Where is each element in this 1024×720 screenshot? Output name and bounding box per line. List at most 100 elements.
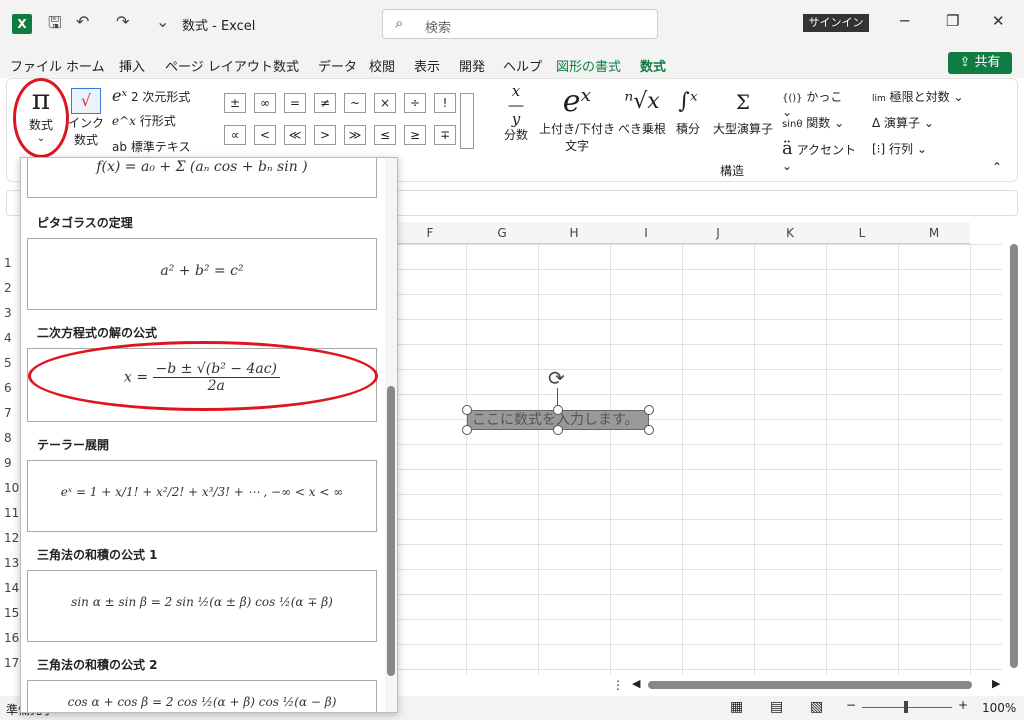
gallery-scrollbar[interactable] <box>385 158 397 712</box>
symbol-divide[interactable]: ÷ <box>404 93 426 113</box>
resize-handle[interactable] <box>553 425 563 435</box>
share-button[interactable]: ⇪ 共有 <box>948 52 1012 74</box>
redo-button[interactable]: ↷ <box>116 12 129 31</box>
sheet-options-icon[interactable]: ⋮ <box>612 678 624 692</box>
tab-page-layout[interactable]: ページ レイアウト <box>165 56 273 75</box>
column-header-m[interactable]: M <box>898 222 970 244</box>
row-header[interactable]: 15 <box>4 606 19 620</box>
symbol-factorial[interactable]: ! <box>434 93 456 113</box>
symbol-much-less[interactable]: ≪ <box>284 125 306 145</box>
tab-equation[interactable]: 数式 <box>640 56 667 81</box>
matrix-button[interactable]: [⁝] 行列 ⌄ <box>872 140 952 157</box>
column-header-l[interactable]: L <box>826 222 898 244</box>
accent-button[interactable]: ä アクセント ⌄ <box>782 138 862 173</box>
symbol-times[interactable]: × <box>374 93 396 113</box>
resize-handle[interactable] <box>462 425 472 435</box>
row-header[interactable]: 7 <box>4 406 12 420</box>
row-header[interactable]: 16 <box>4 631 19 645</box>
column-header-f[interactable]: F <box>394 222 466 244</box>
row-header[interactable]: 17 <box>4 656 19 670</box>
vertical-scroll-thumb[interactable] <box>1010 244 1018 668</box>
symbol-infinity[interactable]: ∞ <box>254 93 276 113</box>
linear-format-button[interactable]: e^x 行形式 <box>112 112 202 129</box>
row-header[interactable]: 4 <box>4 331 12 345</box>
symbol-not-equal[interactable]: ≠ <box>314 93 336 113</box>
column-header-g[interactable]: G <box>466 222 538 244</box>
tab-file[interactable]: ファイル <box>10 56 62 75</box>
column-header-j[interactable]: J <box>682 222 754 244</box>
symbol-much-greater[interactable]: ≫ <box>344 125 366 145</box>
operator-button[interactable]: Δ 演算子 ⌄ <box>872 114 952 131</box>
equation-card-taylor[interactable]: eˣ = 1 + x/1! + x²/2! + x³/3! + ⋯ , −∞ <… <box>27 460 377 532</box>
equation-card-pythagorean[interactable]: a² + b² = c² <box>27 238 377 310</box>
normal-view-icon[interactable]: ▦ <box>730 699 743 715</box>
resize-handle[interactable] <box>462 405 472 415</box>
equation-card-fourier[interactable]: f(x) = a₀ + Σ (aₙ cos + bₙ sin ) <box>27 158 377 198</box>
resize-handle[interactable] <box>553 405 563 415</box>
zoom-out-icon[interactable]: − <box>846 698 856 712</box>
column-header-i[interactable]: I <box>610 222 682 244</box>
customize-qat-button[interactable]: ⌄ <box>156 12 169 31</box>
row-header[interactable]: 2 <box>4 281 12 295</box>
column-header-k[interactable]: K <box>754 222 826 244</box>
row-header[interactable]: 13 <box>4 556 19 570</box>
limit-log-button[interactable]: lim 極限と対数 ⌄ <box>872 88 968 105</box>
tab-view[interactable]: 表示 <box>414 56 440 75</box>
radical-button[interactable]: ⁿ√x べき乗根 <box>618 84 666 137</box>
professional-format-button[interactable]: eˣ 2 次元形式 <box>112 86 202 105</box>
row-header[interactable]: 8 <box>4 431 12 445</box>
row-header[interactable]: 9 <box>4 456 12 470</box>
tab-home[interactable]: ホーム <box>66 56 105 75</box>
symbol-minus-plus[interactable]: ∓ <box>434 125 456 145</box>
symbol-tilde[interactable]: ~ <box>344 93 366 113</box>
tab-formulas[interactable]: 数式 <box>273 56 299 75</box>
close-button[interactable]: ✕ <box>992 12 1005 30</box>
rotate-handle-icon[interactable]: ⟳ <box>548 366 565 390</box>
symbol-less-equal[interactable]: ≤ <box>374 125 396 145</box>
tab-help[interactable]: ヘルプ <box>503 56 542 75</box>
collapse-ribbon-icon[interactable]: ⌃ <box>992 160 1004 174</box>
search-box[interactable]: ⌕ 検索 <box>382 9 658 39</box>
row-header[interactable]: 3 <box>4 306 12 320</box>
symbol-equal[interactable]: = <box>284 93 306 113</box>
horizontal-scrollbar[interactable] <box>640 678 1000 690</box>
symbol-gallery-scroll[interactable] <box>460 93 474 149</box>
symbol-greater-equal[interactable]: ≥ <box>404 125 426 145</box>
row-header[interactable]: 6 <box>4 381 12 395</box>
symbol-greater-than[interactable]: > <box>314 125 336 145</box>
resize-handle[interactable] <box>644 425 654 435</box>
row-header[interactable]: 11 <box>4 506 19 520</box>
tab-developer[interactable]: 開発 <box>459 56 485 75</box>
ink-equation-button[interactable]: √ インク 数式 <box>68 88 104 148</box>
horizontal-scroll-thumb[interactable] <box>648 681 972 689</box>
signin-button[interactable]: サインイン <box>803 14 869 32</box>
scroll-right-icon[interactable]: ▶ <box>992 677 1000 690</box>
row-header[interactable]: 10 <box>4 481 19 495</box>
zoom-level[interactable]: 100% <box>982 701 1016 715</box>
row-header[interactable]: 5 <box>4 356 12 370</box>
equation-card-trig-2[interactable]: cos α + cos β = 2 cos ½(α + β) cos ½(α −… <box>27 680 377 712</box>
maximize-button[interactable]: ❐ <box>946 12 959 30</box>
symbol-less-than[interactable]: < <box>254 125 276 145</box>
vertical-scrollbar[interactable] <box>1008 244 1020 674</box>
equation-card-trig-1[interactable]: sin α ± sin β = 2 sin ½(α ± β) cos ½(α ∓… <box>27 570 377 642</box>
gallery-scroll-thumb[interactable] <box>387 386 395 676</box>
zoom-slider-thumb[interactable] <box>904 701 908 713</box>
function-button[interactable]: sinθ 関数 ⌄ <box>782 114 852 131</box>
fraction-button[interactable]: x ― y 分数 <box>498 84 534 143</box>
cell-grid[interactable] <box>394 244 1002 674</box>
resize-handle[interactable] <box>644 405 654 415</box>
symbol-plus-minus[interactable]: ± <box>224 93 246 113</box>
symbol-proportional[interactable]: ∝ <box>224 125 246 145</box>
undo-button[interactable]: ↶ <box>76 12 89 31</box>
large-operator-button[interactable]: Σ 大型演算子 <box>710 84 776 137</box>
tab-review[interactable]: 校閲 <box>369 56 395 75</box>
tab-insert[interactable]: 挿入 <box>119 56 145 75</box>
tab-shape-format[interactable]: 図形の書式 <box>556 56 621 75</box>
tab-data[interactable]: データ <box>318 56 357 75</box>
page-break-view-icon[interactable]: ▧ <box>810 699 823 715</box>
column-header-h[interactable]: H <box>538 222 610 244</box>
page-layout-view-icon[interactable]: ▤ <box>770 699 783 715</box>
row-header[interactable]: 1 <box>4 256 12 270</box>
row-header[interactable]: 12 <box>4 531 19 545</box>
